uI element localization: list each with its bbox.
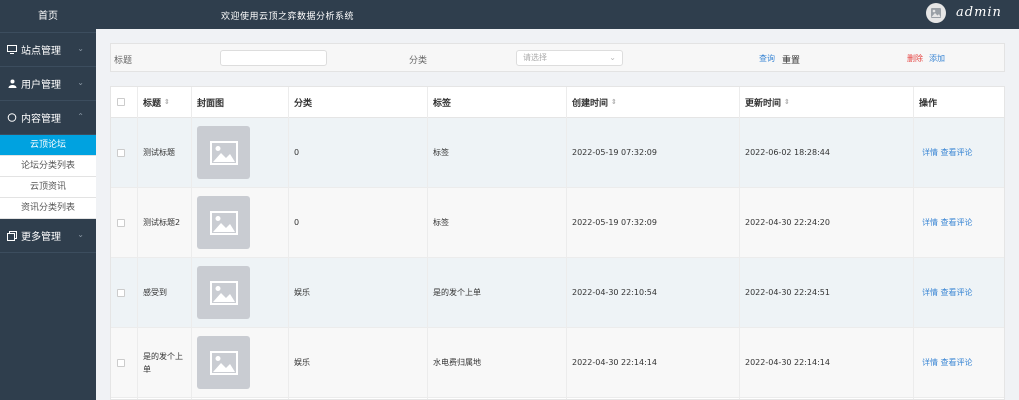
sidebar-home[interactable]: 首页 xyxy=(0,0,96,33)
cell-created: 2022-04-30 22:10:54 xyxy=(572,288,657,297)
row-checkbox[interactable] xyxy=(117,188,125,257)
cell-cover xyxy=(197,258,250,327)
table-header: 标题 ⇕ 封面图 分类 标签 创建时间 ⇕ 更新时间 ⇕ 操作 xyxy=(111,87,1004,118)
chevron-down-icon: ⌄ xyxy=(77,44,84,53)
header-tag: 标签 xyxy=(433,98,452,109)
welcome-text: 欢迎使用云顶之弈数据分析系统 xyxy=(221,12,355,22)
header-actions: 操作 xyxy=(919,98,938,109)
detail-link[interactable]: 详情 xyxy=(922,217,938,228)
category-placeholder: 请选择 xyxy=(523,53,547,62)
image-placeholder-icon xyxy=(197,266,250,319)
search-bar: 标题 分类 请选择 ⌄ 查询 重置 删除 添加 xyxy=(110,43,1005,72)
cell-actions: 详情 查看评论 xyxy=(922,328,973,397)
select-all-checkbox[interactable] xyxy=(117,87,125,117)
sidebar-group-label: 内容管理 xyxy=(21,114,61,125)
query-button[interactable]: 查询 xyxy=(759,53,775,64)
cell-category: 娱乐 xyxy=(294,358,310,367)
header-created[interactable]: 创建时间 ⇕ xyxy=(572,87,617,117)
view-comments-link[interactable]: 查看评论 xyxy=(941,147,973,158)
cell-tag: 标签 xyxy=(433,148,449,157)
cell-updated: 2022-06-02 18:28:44 xyxy=(745,148,830,157)
comment-icon xyxy=(7,113,17,123)
chevron-up-icon: ⌃ xyxy=(77,112,84,121)
title-label: 标题 xyxy=(114,56,133,66)
cell-title: 感受到 xyxy=(143,288,167,297)
chevron-down-icon: ⌄ xyxy=(77,230,84,239)
sort-icon[interactable]: ⇕ xyxy=(611,98,617,106)
cell-category: 0 xyxy=(294,148,300,157)
sort-icon[interactable]: ⇕ xyxy=(164,98,170,106)
cell-category: 娱乐 xyxy=(294,288,310,297)
cell-cover xyxy=(197,118,250,187)
header-title[interactable]: 标题 ⇕ xyxy=(143,87,170,117)
view-comments-link[interactable]: 查看评论 xyxy=(941,217,973,228)
user-icon xyxy=(7,79,17,89)
title-input[interactable] xyxy=(220,50,327,66)
cell-category: 0 xyxy=(294,218,300,227)
cell-updated: 2022-04-30 22:24:20 xyxy=(745,218,830,227)
cell-tag: 标签 xyxy=(433,218,449,227)
cell-actions: 详情 查看评论 xyxy=(922,258,973,327)
sidebar-group-label: 更多管理 xyxy=(21,232,61,243)
copy-icon xyxy=(7,230,17,241)
table-row: 测试标题2 0 标签 2022-05-19 07:32:09 2022-04-3… xyxy=(111,188,1004,258)
username[interactable]: admin xyxy=(956,5,1002,20)
detail-link[interactable]: 详情 xyxy=(922,287,938,298)
sidebar-group-more[interactable]: 更多管理 ⌄ xyxy=(0,219,96,253)
sidebar-group-content[interactable]: 内容管理 ⌃ xyxy=(0,101,96,135)
cell-title: 是的发个上单 xyxy=(143,351,183,374)
cell-updated: 2022-04-30 22:24:51 xyxy=(745,288,830,297)
category-select[interactable]: 请选择 ⌄ xyxy=(516,50,623,66)
view-comments-link[interactable]: 查看评论 xyxy=(941,287,973,298)
cell-actions: 详情 查看评论 xyxy=(922,118,973,187)
row-checkbox[interactable] xyxy=(117,258,125,327)
avatar[interactable] xyxy=(926,3,946,23)
detail-link[interactable]: 详情 xyxy=(922,357,938,368)
cell-created: 2022-05-19 07:32:09 xyxy=(572,218,657,227)
reset-button[interactable]: 重置 xyxy=(782,53,800,66)
header-updated[interactable]: 更新时间 ⇕ xyxy=(745,87,790,117)
sidebar-group-label: 用户管理 xyxy=(21,80,61,91)
row-checkbox[interactable] xyxy=(117,118,125,187)
view-comments-link[interactable]: 查看评论 xyxy=(941,357,973,368)
add-button[interactable]: 添加 xyxy=(929,53,945,64)
sidebar-item-news-category[interactable]: 资讯分类列表 xyxy=(0,198,96,219)
cell-cover xyxy=(197,328,250,397)
sidebar-item-forum[interactable]: 云顶论坛 xyxy=(0,135,96,156)
sidebar-item-forum-category[interactable]: 论坛分类列表 xyxy=(0,156,96,177)
image-placeholder-icon xyxy=(197,126,250,179)
sidebar-item-news[interactable]: 云顶资讯 xyxy=(0,177,96,198)
cell-title: 测试标题 xyxy=(143,148,175,157)
data-table: 标题 ⇕ 封面图 分类 标签 创建时间 ⇕ 更新时间 ⇕ 操作 测试标题 0 标签 2… xyxy=(110,86,1005,400)
image-placeholder-icon xyxy=(197,196,250,249)
header-category: 分类 xyxy=(294,98,313,109)
row-checkbox[interactable] xyxy=(117,328,125,397)
table-row: 感受到 娱乐 是的发个上单 2022-04-30 22:10:54 2022-0… xyxy=(111,258,1004,328)
sort-icon[interactable]: ⇕ xyxy=(784,98,790,106)
top-header: 欢迎使用云顶之弈数据分析系统 admin xyxy=(96,0,1019,29)
monitor-icon xyxy=(7,45,17,55)
cell-title: 测试标题2 xyxy=(143,218,181,227)
image-icon xyxy=(931,8,941,18)
delete-button[interactable]: 删除 xyxy=(907,53,923,64)
cell-actions: 详情 查看评论 xyxy=(922,188,973,257)
sidebar-group-label: 站点管理 xyxy=(21,46,61,57)
detail-link[interactable]: 详情 xyxy=(922,147,938,158)
cell-cover xyxy=(197,188,250,257)
table-row: 是的发个上单 娱乐 水电费归属地 2022-04-30 22:14:14 202… xyxy=(111,328,1004,398)
table-row: 测试标题 0 标签 2022-05-19 07:32:09 2022-06-02… xyxy=(111,118,1004,188)
header-cover: 封面图 xyxy=(197,98,225,109)
image-placeholder-icon xyxy=(197,336,250,389)
cell-created: 2022-05-19 07:32:09 xyxy=(572,148,657,157)
sidebar-group-site[interactable]: 站点管理 ⌄ xyxy=(0,33,96,67)
cell-tag: 水电费归属地 xyxy=(433,358,481,367)
sidebar: 首页 站点管理 ⌄ 用户管理 ⌄ 内容管理 ⌃ 云顶论坛 论坛分类列表 云顶资讯… xyxy=(0,0,96,400)
cell-updated: 2022-04-30 22:14:14 xyxy=(745,358,830,367)
sidebar-group-user[interactable]: 用户管理 ⌄ xyxy=(0,67,96,101)
cell-created: 2022-04-30 22:14:14 xyxy=(572,358,657,367)
chevron-down-icon: ⌄ xyxy=(609,53,616,62)
chevron-down-icon: ⌄ xyxy=(77,78,84,87)
cell-tag: 是的发个上单 xyxy=(433,288,481,297)
category-label: 分类 xyxy=(409,56,428,66)
